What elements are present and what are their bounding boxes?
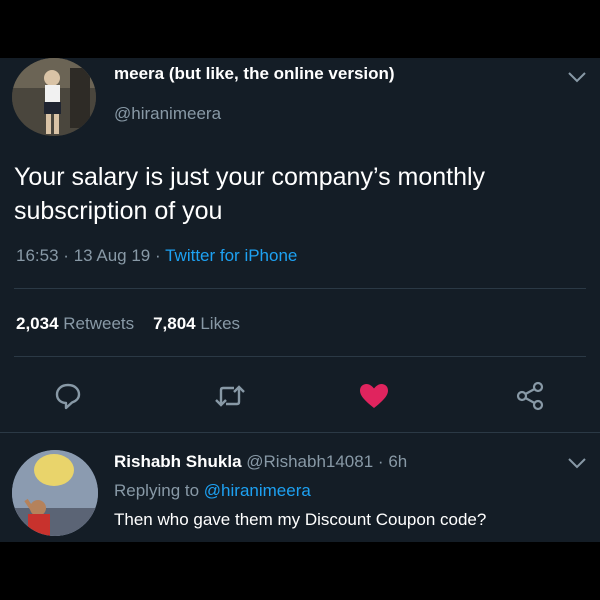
likes-count[interactable]: 7,804 xyxy=(153,314,196,333)
author-handle[interactable]: @hiranimeera xyxy=(114,104,221,124)
retweets-label[interactable]: Retweets xyxy=(63,314,134,333)
divider xyxy=(14,288,586,289)
retweet-button[interactable] xyxy=(212,378,248,414)
reply-handle[interactable]: @Rishabh14081 xyxy=(246,452,373,471)
reply-author-photo xyxy=(12,450,98,536)
author-photo xyxy=(12,58,96,136)
meta-separator: · xyxy=(63,246,69,265)
share-icon xyxy=(516,381,544,411)
chevron-down-icon[interactable] xyxy=(566,70,588,84)
share-button[interactable] xyxy=(512,378,548,414)
retweets-count[interactable]: 2,034 xyxy=(16,314,59,333)
comment-icon xyxy=(55,383,81,410)
tweet-stats: 2,034 Retweets 7,804 Likes xyxy=(16,314,240,334)
like-button[interactable] xyxy=(356,378,392,414)
divider xyxy=(14,356,586,357)
replying-to-handle[interactable]: @hiranimeera xyxy=(204,481,311,500)
reply-header: Rishabh Shukla @Rishabh14081 · 6h xyxy=(114,452,407,472)
tweet-detail-screen: meera (but like, the online version) @hi… xyxy=(0,58,600,542)
chevron-down-icon[interactable] xyxy=(566,456,588,470)
reply-display-name[interactable]: Rishabh Shukla xyxy=(114,452,242,471)
reply-age[interactable]: 6h xyxy=(388,452,407,471)
tweet-time: 16:53 xyxy=(16,246,59,265)
reply-button[interactable] xyxy=(50,378,86,414)
author-avatar[interactable] xyxy=(12,58,96,136)
tweet-meta: 16:53 · 13 Aug 19 · Twitter for iPhone xyxy=(16,246,297,266)
reply-author-avatar[interactable] xyxy=(12,450,98,536)
replying-to: Replying to @hiranimeera xyxy=(114,481,311,501)
likes-label[interactable]: Likes xyxy=(200,314,240,333)
tweet-date: 13 Aug 19 xyxy=(73,246,151,265)
author-display-name[interactable]: meera (but like, the online version) xyxy=(114,64,395,84)
replying-to-label: Replying to xyxy=(114,481,200,500)
meta-separator: · xyxy=(155,246,161,265)
meta-separator: · xyxy=(377,452,384,471)
retweet-icon xyxy=(215,385,245,407)
reply-text: Then who gave them my Discount Coupon co… xyxy=(114,510,487,529)
heart-icon xyxy=(360,384,388,408)
tweet-source-link[interactable]: Twitter for iPhone xyxy=(165,246,297,265)
tweet-text: Your salary is just your company’s month… xyxy=(14,163,486,225)
divider xyxy=(0,432,600,433)
